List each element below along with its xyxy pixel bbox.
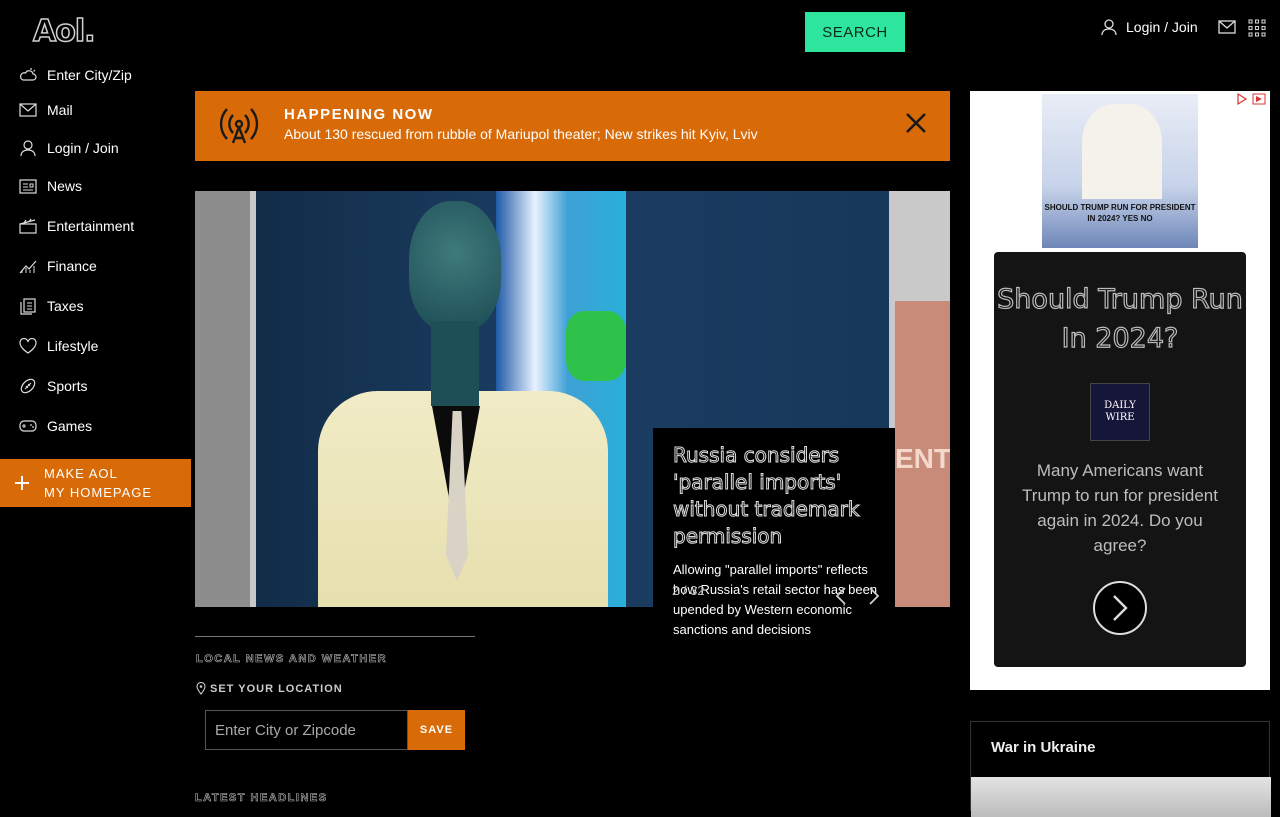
ukraine-image[interactable] (971, 777, 1271, 817)
ad-question: Should Trump Run In 2024? (997, 283, 1244, 354)
gamepad-icon (19, 420, 37, 432)
sidebar-item-label: Taxes (47, 298, 84, 314)
next-slide-text: ENT (895, 443, 950, 474)
news-icon (19, 178, 37, 194)
sidebar-item-games[interactable]: Games (0, 406, 191, 446)
sidebar-item-mail[interactable]: Mail (0, 90, 191, 130)
set-location-label: SET YOUR LOCATION (210, 682, 343, 695)
sidebar-item-finance[interactable]: Finance (0, 246, 191, 286)
figure-head (409, 201, 501, 331)
ad-figure (1082, 104, 1162, 199)
close-icon[interactable] (905, 112, 927, 134)
mail-icon[interactable] (1218, 20, 1236, 34)
happening-now-banner[interactable]: HAPPENING NOW About 130 rescued from rub… (195, 91, 950, 161)
sidebar-item-label: Sports (47, 378, 88, 394)
hero-title[interactable]: Russia considers 'parallel imports' with… (673, 442, 883, 550)
make-homepage-line1: MAKE AOL (44, 466, 118, 481)
sidebar: Enter City/Zip Mail Login / Join News En… (0, 60, 191, 446)
sidebar-item-label: Mail (47, 102, 73, 118)
documents-icon (20, 297, 36, 315)
location-pin-icon (196, 682, 206, 695)
user-icon (20, 140, 36, 157)
sidebar-item-label: Lifestyle (47, 338, 99, 354)
city-zip-input[interactable] (205, 710, 408, 750)
sidebar-item-label: Enter City/Zip (47, 67, 132, 83)
ad-image-caption: SHOULD TRUMP RUN FOR PRESIDENT IN 2024? … (1044, 203, 1196, 223)
local-news-heading: LOCAL NEWS AND WEATHER (196, 653, 388, 666)
module-title[interactable]: War in Ukraine (991, 739, 1095, 756)
chevron-left-icon[interactable] (835, 586, 847, 606)
sidebar-item-label: Entertainment (47, 218, 135, 234)
ad-card[interactable]: Should Trump Run In 2024? DAILY WIRE Man… (994, 252, 1246, 667)
sidebar-item-label: Finance (47, 258, 97, 274)
search-button[interactable]: SEARCH (805, 12, 905, 52)
search-input[interactable] (196, 12, 805, 52)
hero-next-slide: ENT (895, 191, 950, 607)
user-icon (1101, 19, 1117, 36)
flag-emblem (566, 311, 626, 381)
aol-logo[interactable]: Aol. (32, 13, 96, 50)
weather-icon (19, 68, 37, 81)
sidebar-item-news[interactable]: News (0, 166, 191, 206)
save-location-button[interactable]: SAVE (408, 710, 465, 750)
figure-neck (431, 321, 479, 406)
sidebar-item-label: Games (47, 418, 93, 434)
sidebar-item-lifestyle[interactable]: Lifestyle (0, 326, 191, 366)
broadcast-icon (219, 108, 259, 144)
header-login-label: Login / Join (1126, 19, 1198, 35)
sidebar-item-entertainment[interactable]: Entertainment (0, 206, 191, 246)
ad-image[interactable]: SHOULD TRUMP RUN FOR PRESIDENT IN 2024? … (1042, 94, 1198, 248)
sidebar-item-label: News (47, 178, 83, 194)
war-in-ukraine-module[interactable]: War in Ukraine (970, 721, 1271, 817)
ad-body: Many Americans want Trump to run for pre… (1022, 461, 1218, 555)
hero-description: Allowing "parallel imports" reflects how… (673, 562, 878, 637)
apps-grid-icon[interactable] (1248, 19, 1266, 37)
banner-kicker: HAPPENING NOW (284, 106, 434, 123)
make-homepage-label: MAKE AOL MY HOMEPAGE (44, 464, 152, 502)
chart-icon (19, 260, 37, 274)
header-login-link[interactable]: Login / Join (1100, 18, 1198, 36)
chevron-right-icon[interactable] (868, 586, 880, 606)
section-divider (195, 636, 475, 637)
set-location-link[interactable]: SET YOUR LOCATION (196, 682, 343, 695)
ad-choices-icon[interactable] (1236, 93, 1266, 105)
hero-prev-slide (195, 191, 250, 607)
banner-headline[interactable]: About 130 rescued from rubble of Mariupo… (284, 126, 758, 142)
clapper-icon (19, 218, 37, 234)
football-icon (20, 378, 36, 394)
plus-icon (15, 476, 29, 490)
arrow-right-icon[interactable] (1092, 580, 1148, 636)
sidebar-item-label: Login / Join (47, 140, 119, 156)
heart-icon (19, 338, 37, 354)
sidebar-item-login[interactable]: Login / Join (0, 130, 191, 166)
daily-wire-logo: DAILY WIRE (1090, 383, 1150, 441)
slide-counter: 2 / 32 (672, 583, 705, 598)
make-homepage-line2: MY HOMEPAGE (44, 485, 153, 500)
sidebar-item-sports[interactable]: Sports (0, 366, 191, 406)
sidebar-item-taxes[interactable]: Taxes (0, 286, 191, 326)
latest-headlines-heading: LATEST HEADLINES (195, 792, 328, 805)
mail-icon (19, 103, 37, 117)
make-aol-homepage-button[interactable]: MAKE AOL MY HOMEPAGE (0, 459, 191, 507)
hero-caption[interactable]: Russia considers 'parallel imports' with… (653, 428, 895, 642)
sidebar-item-weather[interactable]: Enter City/Zip (0, 60, 191, 90)
advertisement[interactable]: SHOULD TRUMP RUN FOR PRESIDENT IN 2024? … (970, 91, 1270, 690)
